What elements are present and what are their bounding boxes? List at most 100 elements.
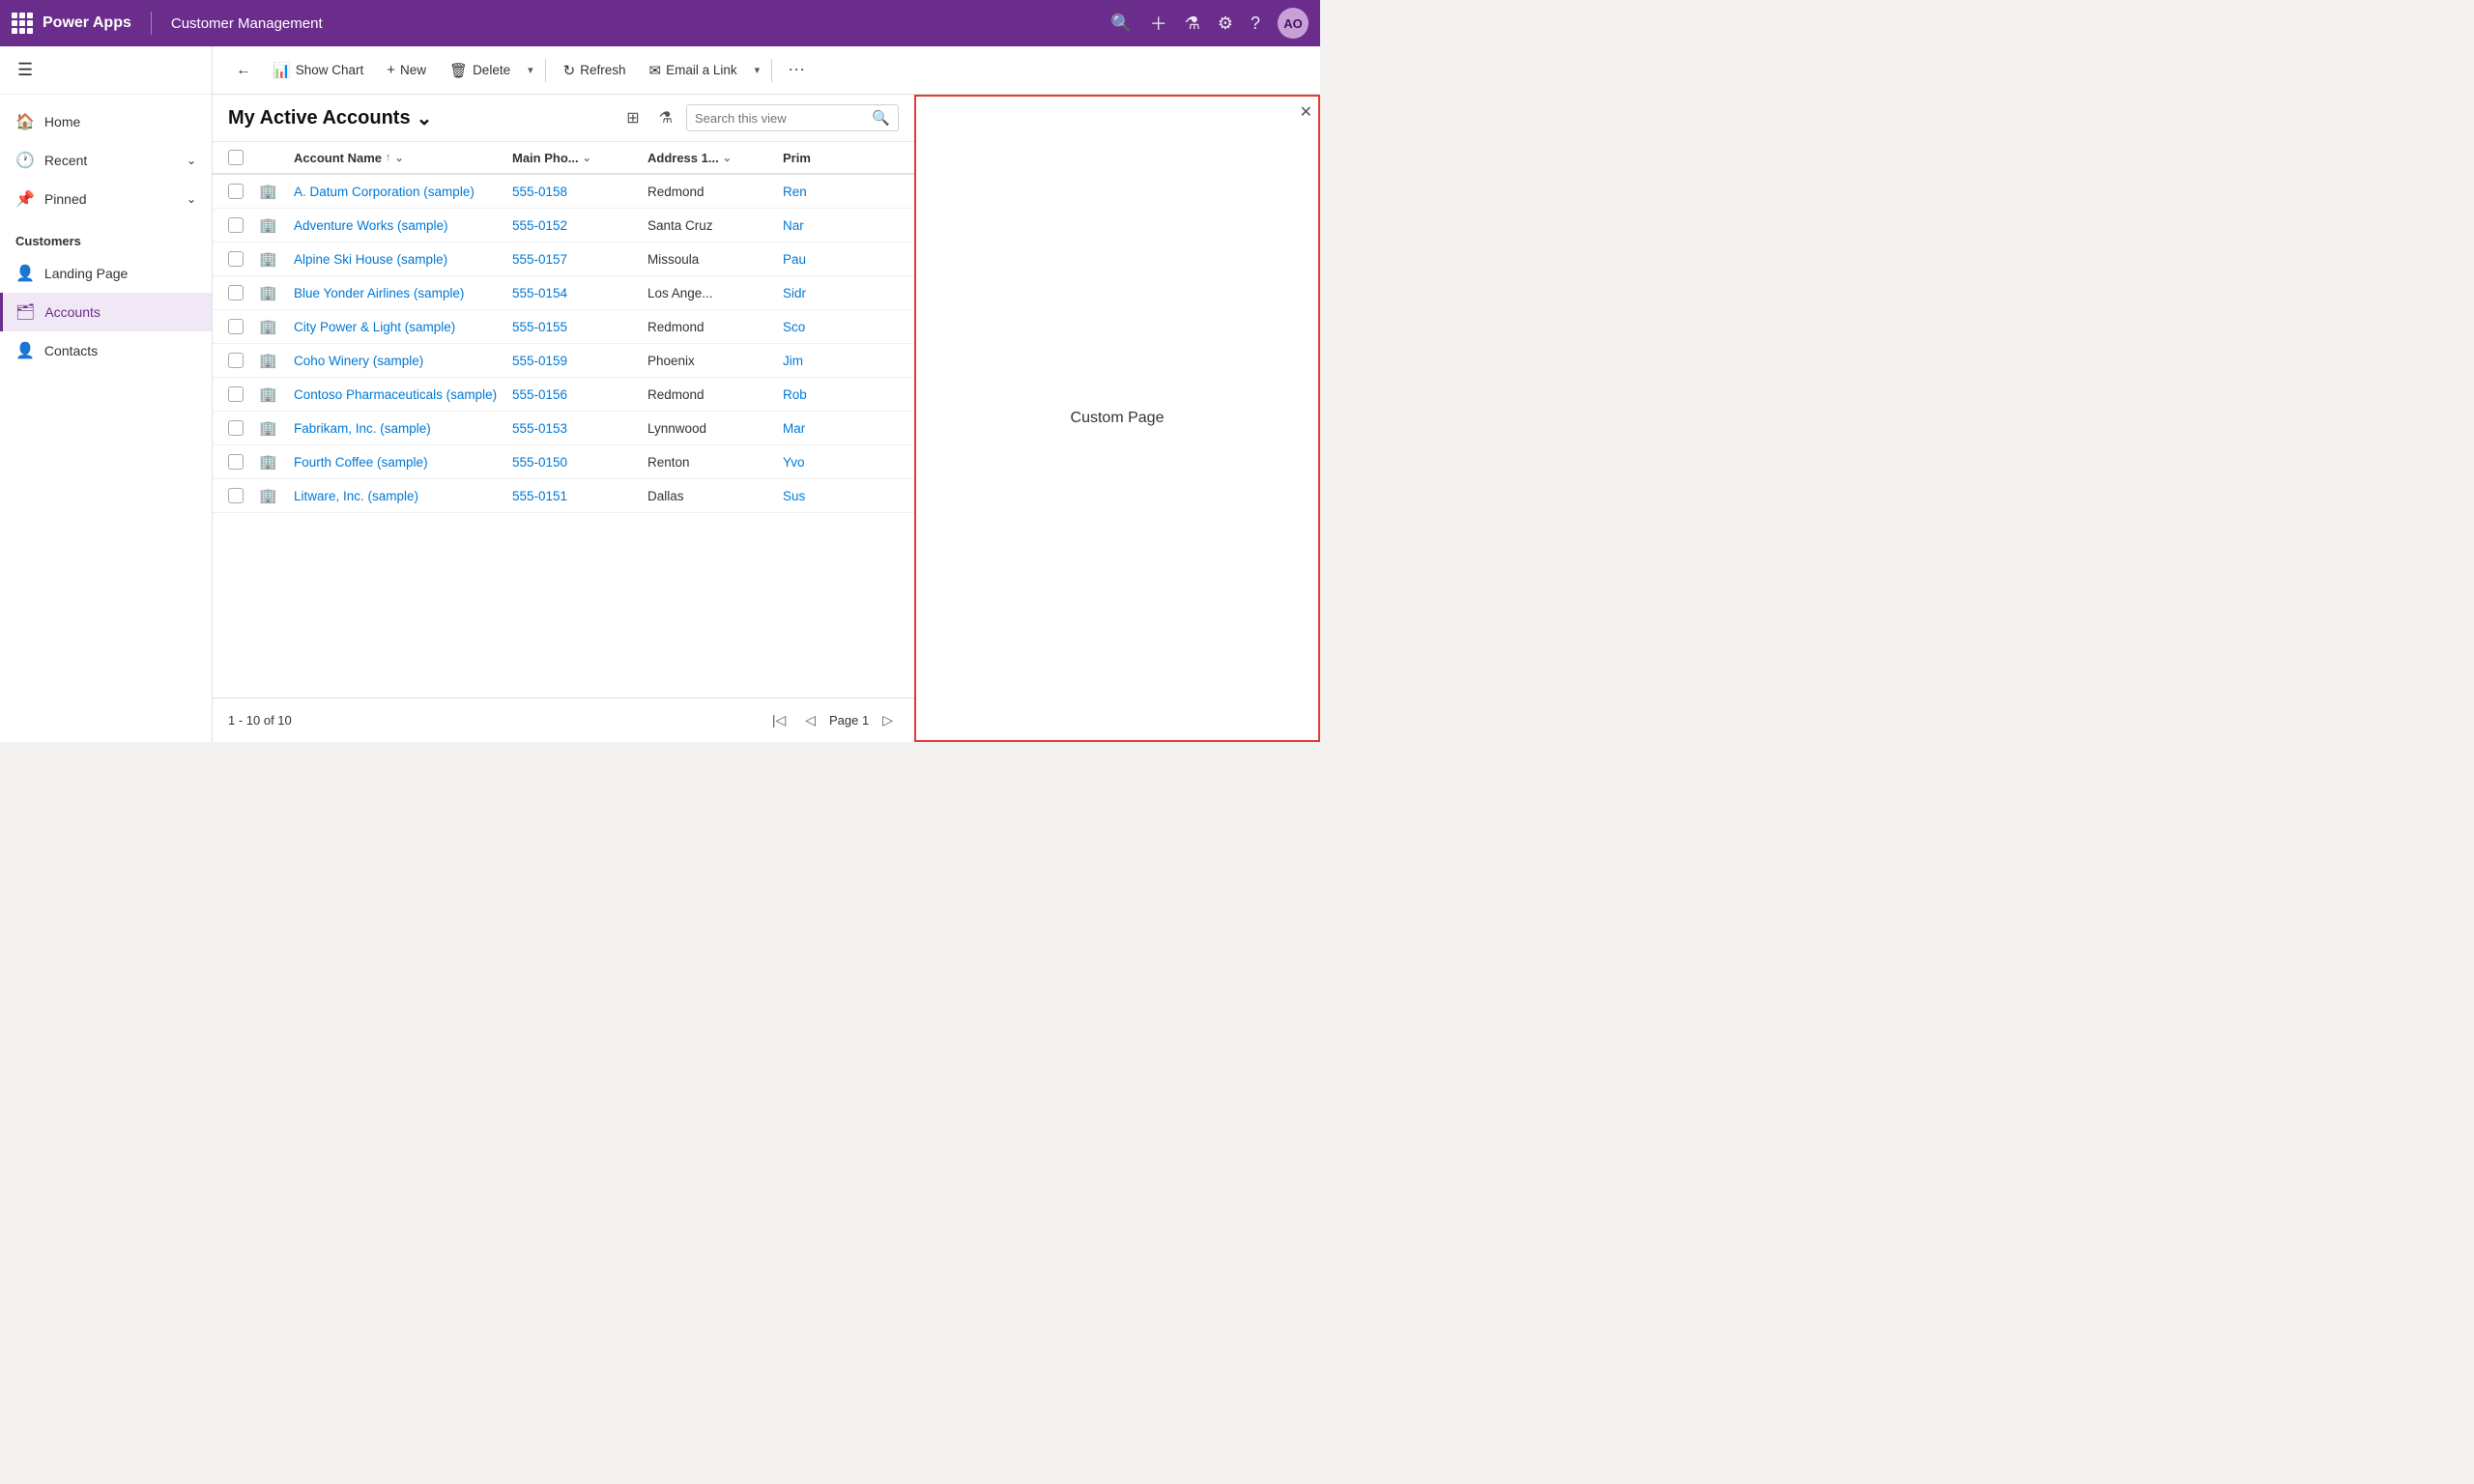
search-box: 🔍	[686, 104, 899, 131]
sidebar-item-landing-page[interactable]: 👤 Landing Page	[0, 254, 212, 293]
row-checkbox[interactable]	[228, 454, 244, 470]
table-row[interactable]: 🏢 Alpine Ski House (sample) 555-0157 Mis…	[213, 243, 914, 276]
column-settings-button[interactable]: ⊞	[620, 104, 645, 131]
row-checkbox-cell	[228, 420, 259, 436]
account-name-cell[interactable]: Fabrikam, Inc. (sample)	[294, 421, 512, 436]
account-name-cell[interactable]: City Power & Light (sample)	[294, 320, 512, 334]
sidebar-item-pinned[interactable]: 📌 Pinned ⌄	[0, 180, 212, 218]
pinned-icon: 📌	[15, 189, 35, 209]
row-checkbox[interactable]	[228, 285, 244, 300]
col-header-account-name[interactable]: Account Name ↑ ⌄	[294, 150, 512, 165]
new-label: New	[400, 63, 426, 77]
row-checkbox[interactable]	[228, 184, 244, 199]
prev-page-button[interactable]: ◁	[799, 708, 821, 732]
select-all-checkbox[interactable]	[228, 150, 244, 165]
table-row[interactable]: 🏢 Blue Yonder Airlines (sample) 555-0154…	[213, 276, 914, 310]
delete-dropdown-button[interactable]: ▾	[524, 58, 537, 82]
row-checkbox-cell	[228, 386, 259, 402]
table-rows-container: 🏢 A. Datum Corporation (sample) 555-0158…	[213, 175, 914, 513]
settings-icon[interactable]: ⚙	[1218, 14, 1233, 34]
first-page-button[interactable]: |◁	[766, 708, 791, 732]
row-checkbox-cell	[228, 217, 259, 233]
table-row[interactable]: 🏢 Adventure Works (sample) 555-0152 Sant…	[213, 209, 914, 243]
col-header-icon	[259, 150, 294, 165]
waffle-icon[interactable]	[12, 13, 33, 34]
filter-icon[interactable]: ⚗	[1185, 14, 1200, 34]
row-checkbox-cell	[228, 488, 259, 503]
next-page-button[interactable]: ▷	[877, 708, 899, 732]
row-checkbox-cell	[228, 184, 259, 199]
row-checkbox[interactable]	[228, 488, 244, 503]
new-button[interactable]: + New	[377, 56, 436, 84]
pagination-info: 1 - 10 of 10	[228, 713, 292, 728]
hamburger-button[interactable]: ☰	[12, 54, 39, 86]
view-title-chevron-icon[interactable]: ⌄	[417, 106, 433, 130]
search-submit-icon[interactable]: 🔍	[872, 109, 890, 127]
more-options-button[interactable]: ⋯	[780, 54, 813, 86]
address-sort-icon[interactable]: ⌄	[723, 152, 732, 164]
table-row[interactable]: 🏢 City Power & Light (sample) 555-0155 R…	[213, 310, 914, 344]
account-name-cell[interactable]: Blue Yonder Airlines (sample)	[294, 286, 512, 300]
sidebar-item-home-label: Home	[44, 114, 80, 129]
phone-col-label: Main Pho...	[512, 151, 579, 165]
account-name-cell[interactable]: Contoso Pharmaceuticals (sample)	[294, 387, 512, 402]
search-icon[interactable]: 🔍	[1110, 14, 1132, 34]
row-checkbox[interactable]	[228, 251, 244, 267]
avatar[interactable]: AO	[1278, 8, 1309, 39]
phone-cell: 555-0158	[512, 185, 647, 199]
search-input[interactable]	[695, 111, 866, 126]
phone-cell: 555-0155	[512, 320, 647, 334]
email-link-button[interactable]: ✉ Email a Link	[639, 56, 746, 85]
app-name: Power Apps	[43, 14, 131, 32]
view-filter-button[interactable]: ⚗	[653, 104, 678, 131]
sidebar-item-landing-page-label: Landing Page	[44, 266, 128, 281]
row-checkbox-cell	[228, 454, 259, 470]
add-icon[interactable]: ＋	[1150, 11, 1167, 36]
show-chart-button[interactable]: 📊 Show Chart	[263, 56, 373, 85]
help-icon[interactable]: ?	[1251, 14, 1260, 34]
table-row[interactable]: 🏢 Litware, Inc. (sample) 555-0151 Dallas…	[213, 479, 914, 513]
toolbar: ← 📊 Show Chart + New 🗑 Delete ▾ ↻ Refres…	[213, 46, 1320, 95]
account-name-cell[interactable]: Fourth Coffee (sample)	[294, 455, 512, 470]
panel-close-button[interactable]: ✕	[1300, 102, 1312, 122]
table-row[interactable]: 🏢 Contoso Pharmaceuticals (sample) 555-0…	[213, 378, 914, 412]
email-link-dropdown-button[interactable]: ▾	[751, 58, 764, 82]
pagination-controls: |◁ ◁ Page 1 ▷	[766, 708, 899, 732]
row-checkbox[interactable]	[228, 217, 244, 233]
sidebar-item-accounts[interactable]: 🗂 Accounts	[0, 293, 212, 331]
row-checkbox[interactable]	[228, 420, 244, 436]
account-name-cell[interactable]: Adventure Works (sample)	[294, 218, 512, 233]
refresh-button[interactable]: ↻ Refresh	[554, 56, 636, 85]
primary-cell: Sidr	[783, 286, 899, 300]
account-name-cell[interactable]: Alpine Ski House (sample)	[294, 252, 512, 267]
row-checkbox[interactable]	[228, 353, 244, 368]
sidebar-item-recent[interactable]: 🕐 Recent ⌄	[0, 141, 212, 180]
primary-cell: Sco	[783, 320, 899, 334]
row-checkbox[interactable]	[228, 319, 244, 334]
col-header-phone[interactable]: Main Pho... ⌄	[512, 150, 647, 165]
primary-cell: Pau	[783, 252, 899, 267]
account-name-cell[interactable]: Litware, Inc. (sample)	[294, 489, 512, 503]
table-row[interactable]: 🏢 Coho Winery (sample) 555-0159 Phoenix …	[213, 344, 914, 378]
top-header: Power Apps Customer Management 🔍 ＋ ⚗ ⚙ ?…	[0, 0, 1320, 46]
primary-cell: Nar	[783, 218, 899, 233]
sidebar-item-contacts[interactable]: 👤 Contacts	[0, 331, 212, 370]
row-checkbox-cell	[228, 353, 259, 368]
table-row[interactable]: 🏢 A. Datum Corporation (sample) 555-0158…	[213, 175, 914, 209]
address-cell: Redmond	[647, 185, 783, 199]
delete-icon: 🗑	[449, 62, 468, 79]
page-label: Page 1	[829, 713, 869, 728]
account-name-cell[interactable]: A. Datum Corporation (sample)	[294, 185, 512, 199]
table-header: Account Name ↑ ⌄ Main Pho... ⌄ Address 1…	[213, 142, 914, 175]
col-header-address[interactable]: Address 1... ⌄	[647, 150, 783, 165]
row-checkbox[interactable]	[228, 386, 244, 402]
account-name-cell[interactable]: Coho Winery (sample)	[294, 354, 512, 368]
table-row[interactable]: 🏢 Fourth Coffee (sample) 555-0150 Renton…	[213, 445, 914, 479]
delete-button[interactable]: 🗑 Delete	[440, 56, 520, 85]
table-row[interactable]: 🏢 Fabrikam, Inc. (sample) 555-0153 Lynnw…	[213, 412, 914, 445]
phone-sort-icon[interactable]: ⌄	[583, 152, 591, 164]
sidebar-item-home[interactable]: 🏠 Home	[0, 102, 212, 141]
toolbar-sep-1	[545, 59, 546, 82]
sort-dropdown-icon[interactable]: ⌄	[395, 152, 404, 164]
back-button[interactable]: ←	[228, 56, 259, 85]
